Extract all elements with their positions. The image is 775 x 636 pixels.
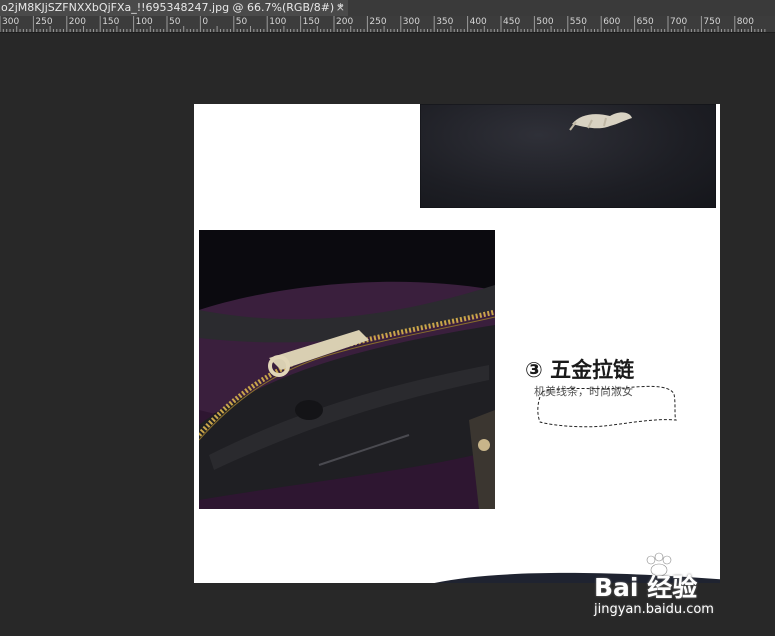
ruler-label: 250	[35, 17, 53, 27]
zipper-illustration	[199, 230, 495, 509]
baidu-watermark: Bai 经验 jingyan.baidu.com	[588, 552, 748, 622]
bag-zipper-photo	[199, 230, 495, 509]
document-canvas[interactable]: ③ 五金拉链 机美线条，时尚淑女	[194, 104, 720, 583]
document-tab-title: o2jM8KJjSZFNXXbQjFXa_!!695348247.jpg @ 6…	[1, 1, 344, 14]
close-icon[interactable]: ×	[336, 0, 345, 16]
ruler-label: 100	[269, 17, 287, 27]
ruler-label: 750	[703, 17, 721, 27]
ruler-label: 300	[2, 17, 20, 27]
bag-leather-photo	[419, 104, 717, 209]
ruler-label: 250	[369, 17, 387, 27]
ruler-label: 50	[169, 17, 181, 27]
document-tab-bar: o2jM8KJjSZFNXXbQjFXa_!!695348247.jpg @ 6…	[0, 0, 775, 16]
ruler-label: 150	[302, 17, 320, 27]
ruler-label: 200	[336, 17, 354, 27]
watermark-url: jingyan.baidu.com	[594, 602, 714, 617]
ruler-label: 550	[569, 17, 587, 27]
ruler-label: 700	[670, 17, 688, 27]
ruler-label: 600	[603, 17, 621, 27]
ruler-label: 50	[235, 17, 248, 27]
ruler-label: 800	[736, 17, 754, 27]
document-tab[interactable]: o2jM8KJjSZFNXXbQjFXa_!!695348247.jpg @ 6…	[0, 0, 348, 16]
ruler-label: 650	[636, 17, 654, 27]
horizontal-ruler[interactable]: 300 250 200 150 100 50 0 50 100 150 200 250 300 350 40…	[0, 16, 775, 33]
ruler-label: 100	[135, 17, 153, 27]
lasso-selection[interactable]	[534, 382, 679, 430]
clasp-ornament	[419, 104, 717, 209]
ruler-label: 300	[402, 17, 420, 27]
ruler-label: 150	[102, 17, 120, 27]
feature-heading: ③ 五金拉链	[525, 358, 635, 382]
ruler-label: 500	[536, 17, 554, 27]
ruler-label: 0	[202, 17, 209, 27]
ruler-label: 350	[436, 17, 454, 27]
baidu-logo-text: Bai 经验	[594, 573, 698, 602]
ruler-label: 450	[503, 17, 521, 27]
ruler-label: 200	[68, 17, 86, 27]
ruler-label: 400	[469, 17, 487, 27]
